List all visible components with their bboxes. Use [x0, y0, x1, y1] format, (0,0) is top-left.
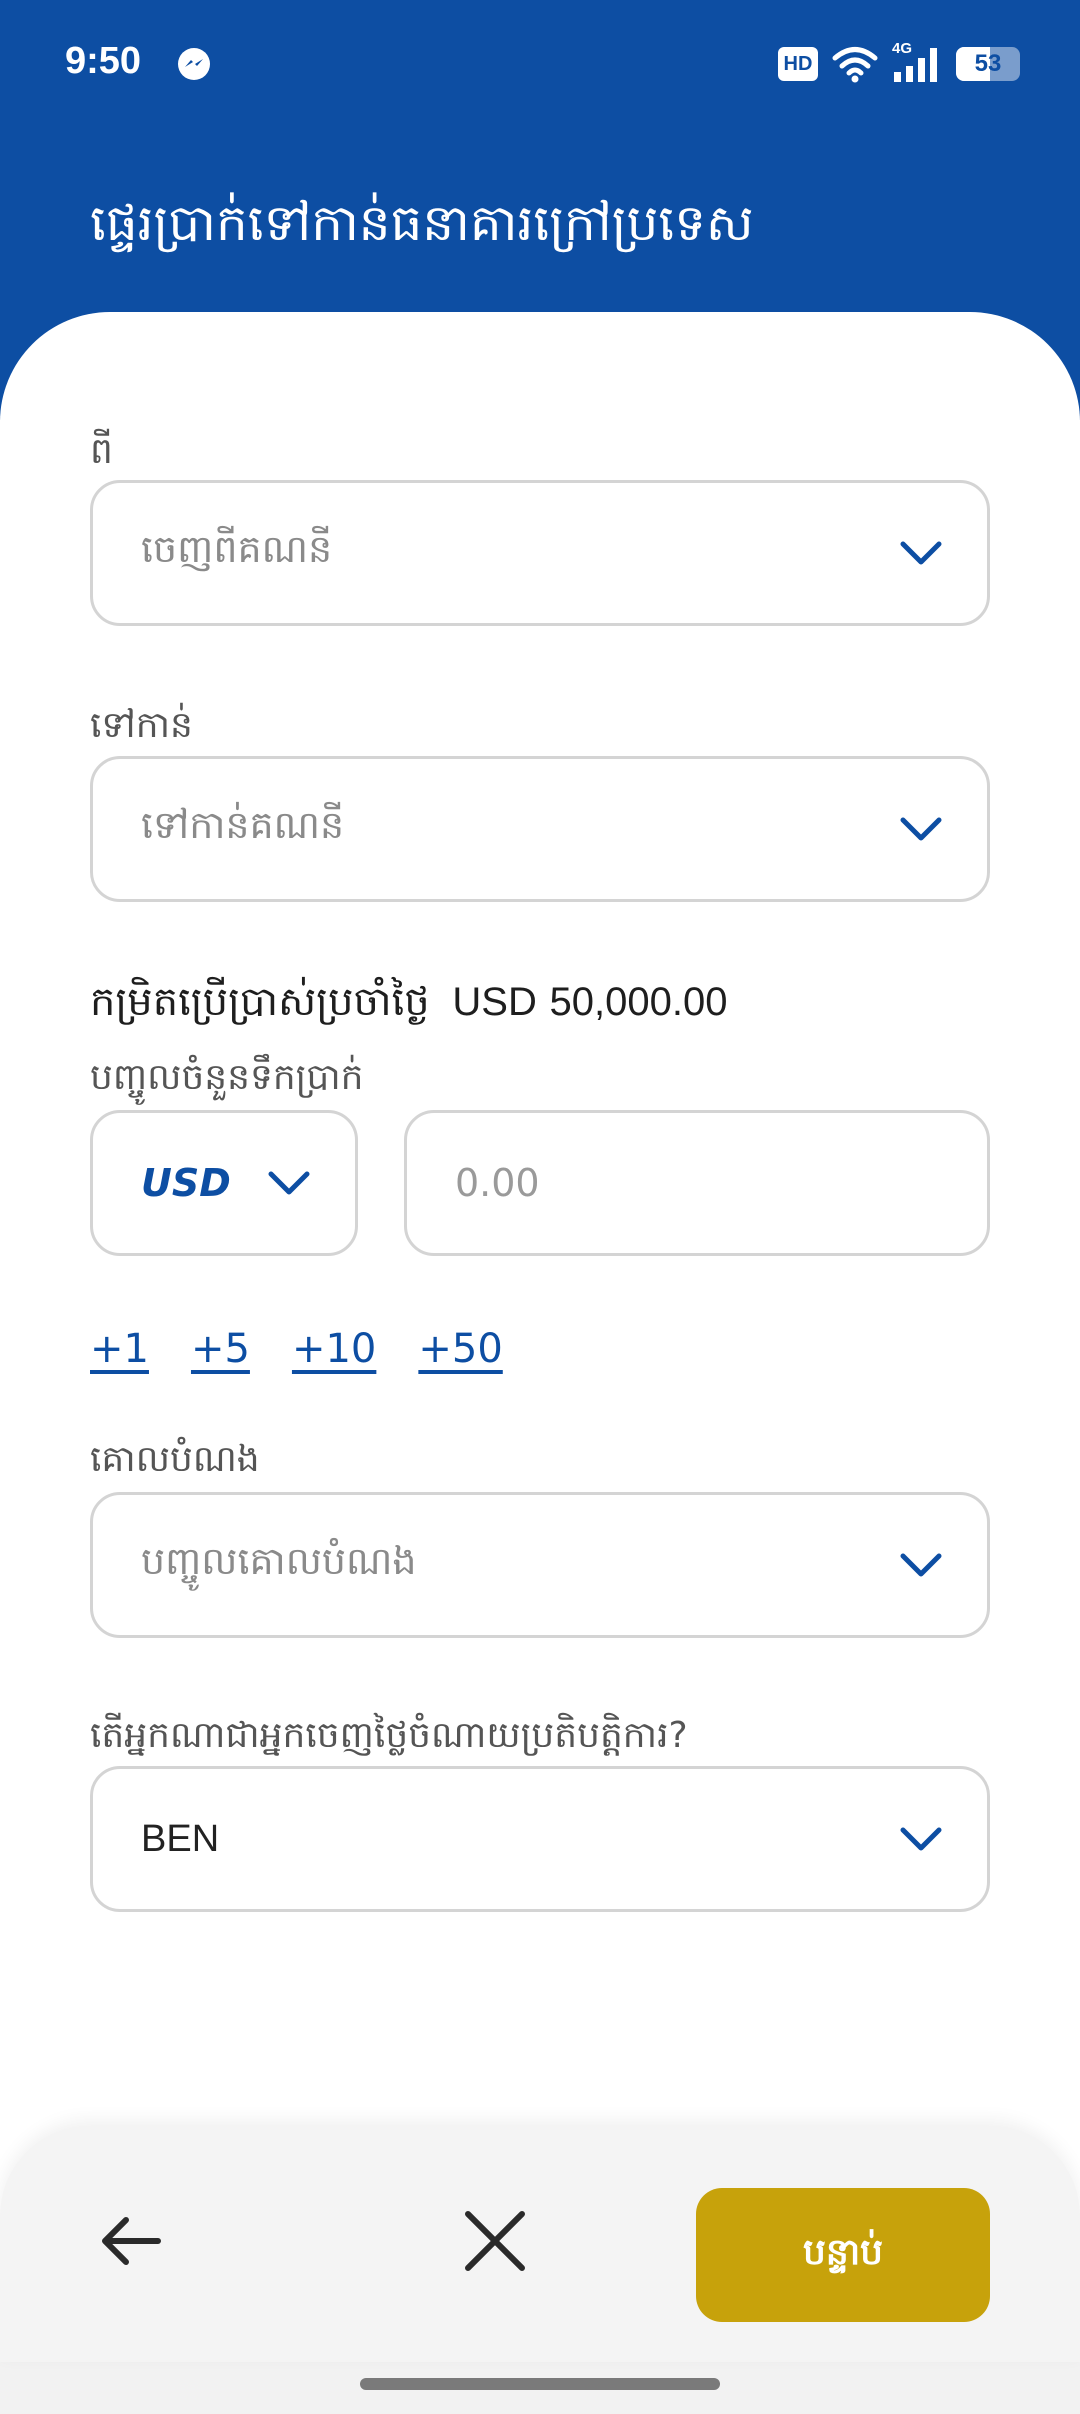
purpose-select[interactable]: បញ្ចូលគោលបំណង [90, 1492, 990, 1638]
chevron-down-icon [900, 541, 942, 565]
from-label: ពី [90, 431, 113, 472]
to-label: ទៅកាន់ [90, 705, 193, 746]
from-account-select[interactable]: ចេញពីគណនី [90, 480, 990, 626]
battery-icon: 53 [956, 47, 1020, 81]
page-title: ផ្ទេរប្រាក់ទៅកាន់ធនាគារក្រៅប្រទេស [90, 194, 754, 252]
amount-label: បញ្ចូលចំនួនទឹកប្រាក់ [90, 1057, 364, 1098]
currency-value: USD [141, 1161, 231, 1205]
home-indicator[interactable] [360, 2378, 720, 2390]
messenger-icon [178, 48, 210, 80]
wifi-icon [832, 47, 878, 83]
quick-amounts: +1 +5 +10 +50 [90, 1326, 503, 1372]
battery-level: 53 [974, 50, 1002, 77]
currency-select[interactable]: USD [90, 1110, 358, 1256]
fee-payer-label: តើអ្នកណាជាអ្នកចេញថ្លៃចំណាយប្រតិបត្តិការ? [90, 1715, 688, 1756]
quick-amount-10[interactable]: +10 [292, 1326, 376, 1372]
status-time: 9:50 [65, 40, 142, 82]
chevron-down-icon [900, 1553, 942, 1577]
close-icon[interactable] [460, 2206, 530, 2276]
quick-amount-1[interactable]: +1 [90, 1326, 149, 1372]
fee-payer-select[interactable]: BEN [90, 1766, 990, 1912]
purpose-placeholder: បញ្ចូលគោលបំណង [141, 1539, 417, 1583]
amount-field[interactable] [404, 1110, 990, 1256]
daily-limit-label: កម្រិតប្រើប្រាស់ប្រចាំថ្ងៃ [90, 979, 430, 1025]
fee-payer-value: BEN [141, 1817, 220, 1860]
chevron-down-icon [268, 1171, 310, 1195]
status-bar: 9:50 HD 4G 53 [0, 0, 1080, 130]
quick-amount-5[interactable]: +5 [191, 1326, 250, 1372]
purpose-label: គោលបំណង [90, 1439, 260, 1480]
amount-input[interactable] [455, 1161, 987, 1205]
daily-limit: កម្រិតប្រើប្រាស់ប្រចាំថ្ងៃ USD 50,000.00 [90, 976, 728, 1035]
hd-badge: HD [778, 47, 818, 81]
daily-limit-amount: 50,000.00 [549, 980, 728, 1024]
next-button[interactable]: បន្ទាប់ [696, 2188, 990, 2322]
signal-indicator: 4G [892, 40, 942, 84]
quick-amount-50[interactable]: +50 [418, 1326, 502, 1372]
to-account-placeholder: ទៅកាន់គណនី [141, 803, 345, 847]
from-account-placeholder: ចេញពីគណនី [141, 527, 333, 571]
bottom-action-bar: បន្ទាប់ [0, 2126, 1080, 2362]
to-account-select[interactable]: ទៅកាន់គណនី [90, 756, 990, 902]
arrow-left-icon[interactable] [96, 2206, 166, 2276]
next-button-label: បន្ទាប់ [803, 2231, 883, 2273]
signal-icon [894, 48, 937, 82]
chevron-down-icon [900, 1827, 942, 1851]
status-icons: HD 4G 53 [778, 40, 1020, 86]
chevron-down-icon [900, 817, 942, 841]
daily-limit-currency: USD [452, 980, 537, 1024]
